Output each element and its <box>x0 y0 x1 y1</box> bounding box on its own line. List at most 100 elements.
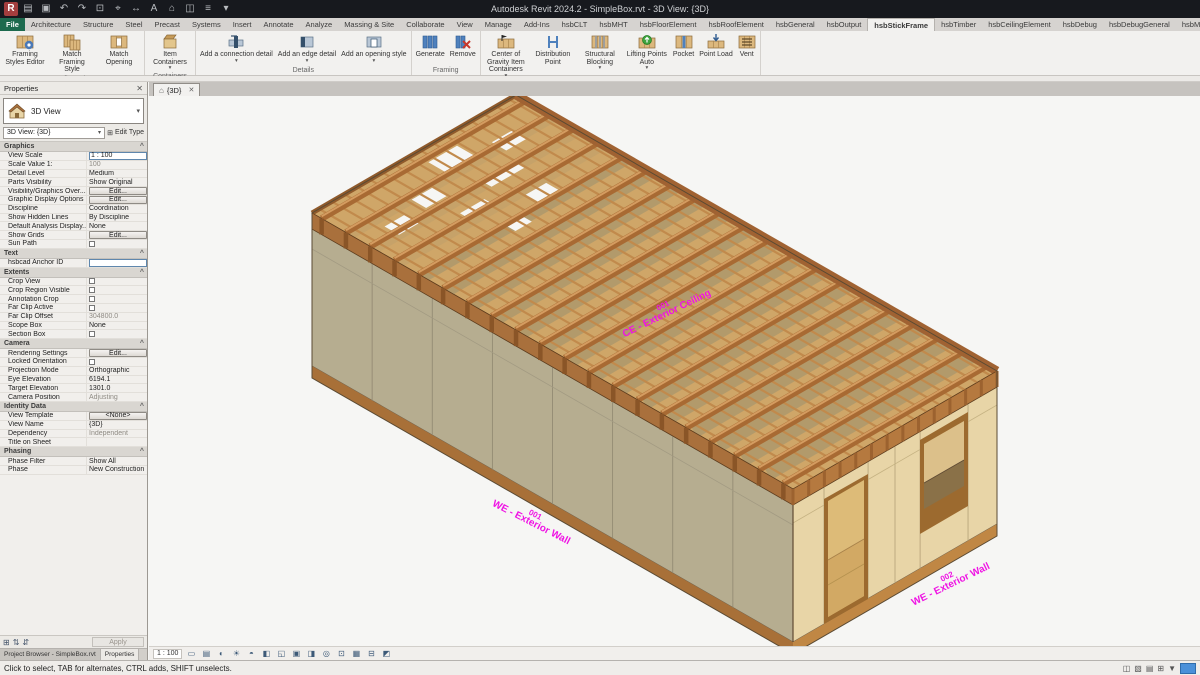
temporary-hide-isolate-icon[interactable]: ◨ <box>305 649 317 658</box>
type-selector[interactable]: 3D View ▾ <box>3 98 144 124</box>
collapse-icon[interactable]: ^ <box>140 448 144 455</box>
section-phasing[interactable]: Phasing^ <box>0 447 147 457</box>
3d-viewport[interactable]: 001CE - Exterior Ceiling001WE - Exterior… <box>149 96 1200 646</box>
exclude-options-icon[interactable]: ⊞ <box>1157 664 1164 673</box>
revit-logo[interactable]: R <box>4 2 18 16</box>
add-a-connection-detail-button[interactable]: Add a connection detail▾ <box>198 32 275 65</box>
collapse-icon[interactable]: ^ <box>140 403 144 410</box>
section-identity-data[interactable]: Identity Data^ <box>0 402 147 412</box>
worksets-icon[interactable]: ◫ <box>1123 664 1131 673</box>
temporary-view-properties-icon[interactable]: ▦ <box>350 649 362 658</box>
ribbon-tab-hsboutput[interactable]: hsbOutput <box>821 18 868 31</box>
ribbon-tab-annotate[interactable]: Annotate <box>257 18 299 31</box>
print-icon[interactable]: ⊡ <box>92 1 108 17</box>
prop-value[interactable]: Orthographic <box>86 367 147 375</box>
point-load-button[interactable]: Point Load <box>697 32 734 60</box>
main-model-icon[interactable]: ▤ <box>1146 664 1154 673</box>
ribbon-tab-collaborate[interactable]: Collaborate <box>400 18 450 31</box>
section-extents[interactable]: Extents^ <box>0 268 147 278</box>
generate-button[interactable]: Generate <box>414 32 447 60</box>
prop-value[interactable]: New Construction <box>86 466 147 474</box>
prop-value[interactable]: Medium <box>86 170 147 178</box>
framing-styles-editor-button[interactable]: Framing Styles Editor <box>2 32 48 67</box>
collapse-icon[interactable]: ^ <box>140 143 144 150</box>
section-graphics[interactable]: Graphics^ <box>0 142 147 152</box>
checkbox[interactable] <box>89 305 95 311</box>
ribbon-tab-hsbmht[interactable]: hsbMHT <box>593 18 633 31</box>
view-scale-input[interactable]: 1 : 100 <box>89 152 147 160</box>
crop-region-icon[interactable]: ▣ <box>290 649 302 658</box>
filter-icon[interactable]: ▼ <box>1168 664 1176 673</box>
ribbon-tab-hsbmodel[interactable]: hsbModel <box>1176 18 1200 31</box>
default-3d-view-icon[interactable]: ⌂ <box>164 1 180 17</box>
prop-value[interactable]: Show Original <box>86 178 147 186</box>
text-note-icon[interactable]: A <box>146 1 162 17</box>
close-view-icon[interactable]: ✕ <box>188 86 194 94</box>
view-template-edit-button[interactable]: <None> <box>89 412 147 420</box>
add-an-opening-style-button[interactable]: Add an opening style▾ <box>339 32 408 65</box>
section-text[interactable]: Text^ <box>0 249 147 259</box>
prop-value[interactable]: {3D} <box>86 421 147 429</box>
view-tab-3d[interactable]: ⌂ {3D} ✕ <box>153 83 200 96</box>
crop-view-icon[interactable]: ◱ <box>275 649 287 658</box>
ribbon-tab-hsbdebuggeneral[interactable]: hsbDebugGeneral <box>1103 18 1176 31</box>
ribbon-tab-analyze[interactable]: Analyze <box>300 18 339 31</box>
save-icon[interactable]: ▣ <box>38 1 54 17</box>
sort-descending-icon[interactable]: ⇵ <box>22 638 29 647</box>
prop-value[interactable]: None <box>86 322 147 330</box>
ribbon-tab-hsbceilingelement[interactable]: hsbCeilingElement <box>982 18 1057 31</box>
selection-toggle[interactable] <box>1180 663 1196 674</box>
prop-value[interactable] <box>86 438 147 446</box>
ribbon-tab-precast[interactable]: Precast <box>149 18 186 31</box>
collapse-icon[interactable]: ^ <box>140 340 144 347</box>
displace-elements-icon[interactable]: ⊟ <box>365 649 377 658</box>
prop-value[interactable]: Adjusting <box>86 393 147 401</box>
close-properties-icon[interactable]: ✕ <box>136 84 143 93</box>
prop-value[interactable]: 1301.0 <box>86 384 147 392</box>
constraints-icon[interactable]: ◩ <box>380 649 392 658</box>
distribution-point-button[interactable]: Distribution Point <box>530 32 576 67</box>
vent-button[interactable]: Vent <box>736 32 758 60</box>
open-icon[interactable]: ▤ <box>20 1 36 17</box>
center-of-gravity-item-containers-button[interactable]: Center of Gravity Item Containers▾ <box>483 32 529 80</box>
ribbon-tab-hsbtimber[interactable]: hsbTimber <box>935 18 982 31</box>
section-camera[interactable]: Camera^ <box>0 339 147 349</box>
prop-value[interactable]: Independent <box>86 430 147 438</box>
customize-qat-icon[interactable]: ▾ <box>218 1 234 17</box>
checkbox[interactable] <box>89 331 95 337</box>
prop-value[interactable]: By Discipline <box>86 214 147 222</box>
checkbox[interactable] <box>89 241 95 247</box>
hsbcad-anchor-id-input[interactable] <box>89 259 147 267</box>
prop-value[interactable]: 304800.0 <box>86 313 147 321</box>
section-icon[interactable]: ◫ <box>182 1 198 17</box>
ribbon-tab-view[interactable]: View <box>451 18 479 31</box>
ribbon-tab-massing-site[interactable]: Massing & Site <box>338 18 400 31</box>
prop-value[interactable]: 100 <box>86 161 147 169</box>
pocket-button[interactable]: Pocket <box>671 32 696 60</box>
structural-blocking-button[interactable]: Structural Blocking▾ <box>577 32 623 72</box>
ribbon-tab-hsbstickframe[interactable]: hsbStickFrame <box>867 18 935 31</box>
thin-lines-icon[interactable]: ≡ <box>200 1 216 17</box>
worksharing-display-icon[interactable]: ⊡ <box>335 649 347 658</box>
prop-value[interactable]: 6194.1 <box>86 376 147 384</box>
lifting-points-auto-button[interactable]: Lifting Points Auto▾ <box>624 32 670 72</box>
ribbon-tab-architecture[interactable]: Architecture <box>25 18 77 31</box>
remove-button[interactable]: Remove <box>448 32 478 60</box>
show-grids-edit-button[interactable]: Edit... <box>89 231 147 239</box>
detail-level-icon[interactable]: ▤ <box>200 649 212 658</box>
scale-control[interactable]: ▭ <box>185 649 197 658</box>
sun-path-icon[interactable]: ☀ <box>230 649 242 658</box>
graphic-display-options-edit-button[interactable]: Edit... <box>89 196 147 204</box>
rendering-dialog-icon[interactable]: ◧ <box>260 649 272 658</box>
sort-ascending-icon[interactable]: ⇅ <box>13 638 20 647</box>
match-opening-button[interactable]: Match Opening <box>96 32 142 67</box>
ribbon-tab-file[interactable]: File <box>0 18 25 31</box>
ribbon-tab-steel[interactable]: Steel <box>119 18 148 31</box>
apply-button[interactable]: Apply <box>92 637 144 647</box>
ribbon-tab-structure[interactable]: Structure <box>77 18 119 31</box>
ribbon-tab-hsbfloorelement[interactable]: hsbFloorElement <box>634 18 703 31</box>
visibility-graphics-over-edit-button[interactable]: Edit... <box>89 187 147 195</box>
reveal-hidden-icon[interactable]: ◎ <box>320 649 332 658</box>
rendering-settings-edit-button[interactable]: Edit... <box>89 349 147 357</box>
tab-project-browser[interactable]: Project Browser - SimpleBox.rvt <box>0 649 101 660</box>
